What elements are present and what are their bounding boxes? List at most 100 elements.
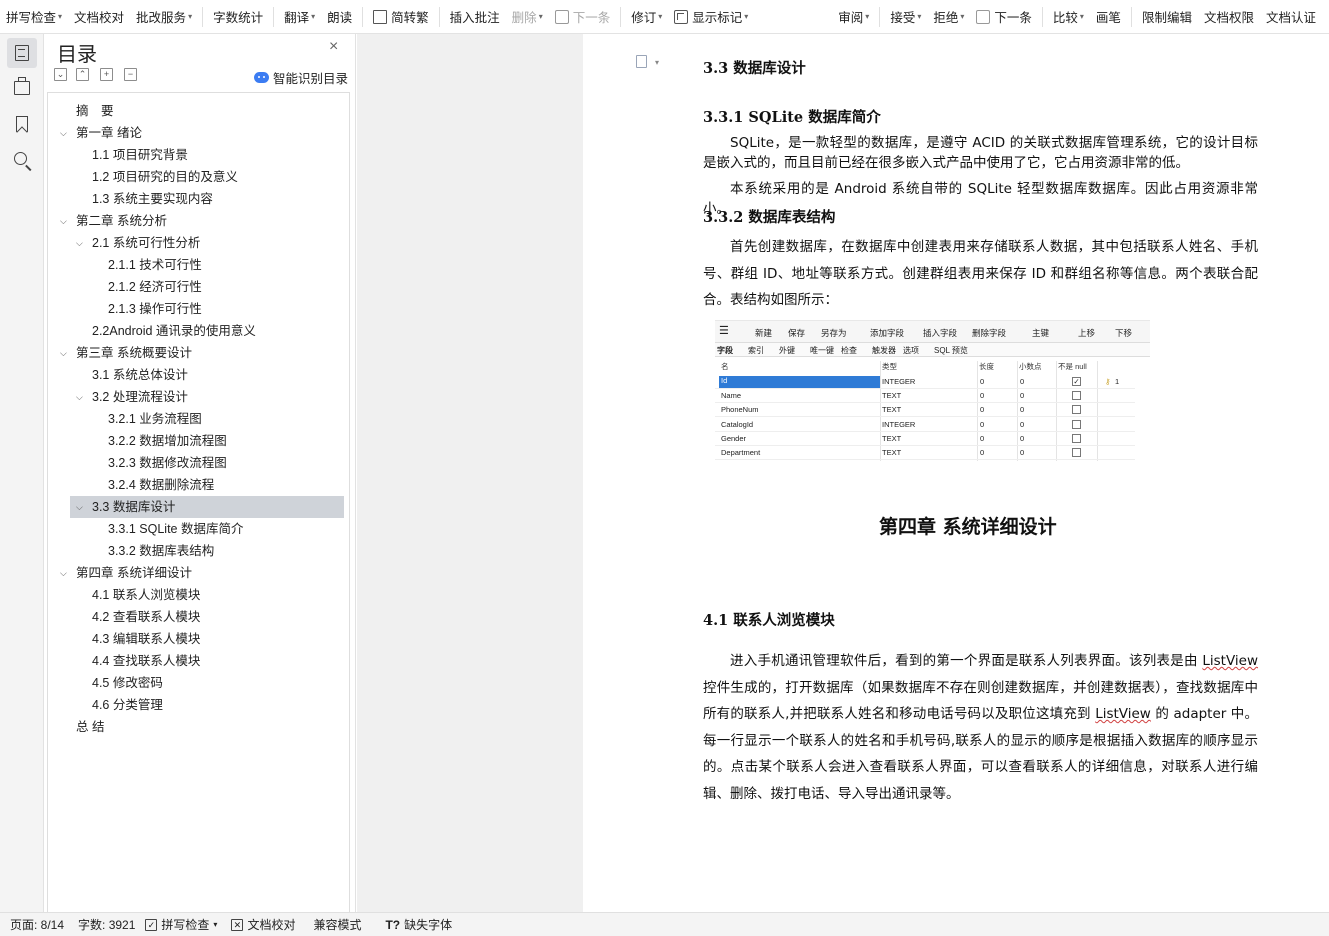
toc-item[interactable]: 3.1 系统总体设计 <box>48 364 349 386</box>
chevron-down-icon: ▾ <box>188 12 193 21</box>
designer-tab: 检查 <box>841 346 857 355</box>
insert-comment-button[interactable]: 插入批注 <box>444 6 506 28</box>
designer-field-decimals: 0 <box>1020 405 1025 415</box>
toc-item[interactable]: 1.3 系统主要实现内容 <box>48 188 349 210</box>
toc-title: 目录 <box>57 42 97 66</box>
toc-item[interactable]: 2.1.2 经济可行性 <box>48 276 349 298</box>
document-permission-button[interactable]: 文档权限 <box>1198 6 1260 28</box>
review-toolbar: 拼写检查 ▾ 文档校对 批改服务 ▾ 字数统计 翻译 ▾ 朗读 简转繁 插入批注 删除… <box>0 0 1329 34</box>
chevron-down-icon[interactable]: ⌵ <box>60 122 70 144</box>
toc-item[interactable]: ⌵ 3.2 处理流程设计 <box>48 386 349 408</box>
missing-font-button[interactable]: T? 缺失字体 <box>385 916 452 933</box>
toc-item[interactable]: 2.1.3 操作可行性 <box>48 298 349 320</box>
toolbar-divider <box>1041 6 1043 27</box>
toc-item[interactable]: 1.1 项目研究背景 <box>48 144 349 166</box>
search-rail-button[interactable] <box>7 145 37 175</box>
toc-item-label: 2.1.3 操作可行性 <box>108 302 202 316</box>
add-heading-button[interactable]: + <box>100 68 113 81</box>
toc-item[interactable]: ⌵ 第二章 系统分析 <box>48 210 349 232</box>
status-bar: 页面: 8/14 字数: 3921 ✓ 拼写检查 ▾ ✕ 文档校对 兼容模式 T? 缺失… <box>0 912 1329 936</box>
toc-item[interactable]: 3.2.4 数据删除流程 <box>48 474 349 496</box>
status-spell-check[interactable]: ✓ 拼写检查 ▾ <box>145 916 217 933</box>
not-null-checkbox <box>1072 391 1081 401</box>
toc-item[interactable]: 2.1.1 技术可行性 <box>48 254 349 276</box>
toc-item[interactable]: 4.2 查看联系人模块 <box>48 606 349 628</box>
smart-toc-button[interactable]: 智能识别目录 <box>254 68 348 87</box>
page-counter[interactable]: 页面: 8/14 <box>10 916 64 933</box>
toc-item[interactable]: 摘 要 <box>48 100 349 122</box>
next-comment-button[interactable]: 下一条 <box>549 6 617 28</box>
toc-rail-button[interactable] <box>7 38 37 68</box>
toolbar-divider <box>273 6 275 27</box>
word-count-button[interactable]: 字数统计 <box>207 6 269 28</box>
remove-heading-button[interactable]: − <box>124 68 137 81</box>
toc-item[interactable]: 3.2.3 数据修改流程图 <box>48 452 349 474</box>
correction-service-button[interactable]: 批改服务 ▾ <box>130 6 198 28</box>
pen-button[interactable]: 画笔 <box>1090 6 1127 28</box>
accept-button[interactable]: 接受 ▾ <box>884 6 927 28</box>
chevron-down-icon[interactable]: ⌵ <box>60 210 70 232</box>
status-proofread[interactable]: ✕ 文档校对 <box>231 916 295 933</box>
designer-column-header: 长度 <box>979 362 994 371</box>
collapse-all-button[interactable]: ⌄ <box>54 68 67 81</box>
show-markup-button[interactable]: 显示标记 ▾ <box>668 6 754 28</box>
simplified-to-traditional-button[interactable]: 简转繁 <box>367 6 435 28</box>
toc-item[interactable]: 4.3 编辑联系人模块 <box>48 628 349 650</box>
chevron-down-icon[interactable]: ⌵ <box>76 496 86 518</box>
chevron-down-icon[interactable]: ⌵ <box>60 562 70 584</box>
toc-item[interactable]: 4.5 修改密码 <box>48 672 349 694</box>
page-layout-icon[interactable] <box>636 55 647 68</box>
reject-button[interactable]: 拒绝 ▾ <box>927 6 970 28</box>
next-change-button[interactable]: 下一条 <box>970 6 1038 28</box>
toolbar-divider <box>1130 6 1132 27</box>
designer-field-type: TEXT <box>882 433 902 443</box>
document-certification-button[interactable]: 文档认证 <box>1260 6 1322 28</box>
not-null-checkbox <box>1072 419 1081 429</box>
track-changes-button[interactable]: 修订 ▾ <box>625 6 668 28</box>
close-icon[interactable]: × <box>329 38 338 56</box>
compare-button[interactable]: 比较 ▾ <box>1047 6 1090 28</box>
toc-item[interactable]: 3.2.2 数据增加流程图 <box>48 430 349 452</box>
chevron-down-icon[interactable]: ⌵ <box>76 232 86 254</box>
toc-item[interactable]: ⌵ 3.3 数据库设计 <box>70 496 344 518</box>
spell-check-button[interactable]: 拼写检查 ▾ <box>0 6 68 28</box>
designer-delete-field: 删除字段 <box>972 328 1007 338</box>
toc-item[interactable]: 1.2 项目研究的目的及意义 <box>48 166 349 188</box>
toc-item[interactable]: 2.2Android 通讯录的使用意义 <box>48 320 349 342</box>
chevron-down-icon[interactable]: ▾ <box>655 58 659 67</box>
designer-column-header: 不是 null <box>1058 362 1087 371</box>
delete-comment-button[interactable]: 删除 ▾ <box>506 6 549 28</box>
toc-item-label: 4.6 分类管理 <box>92 698 163 712</box>
toc-item[interactable]: 4.4 查找联系人模块 <box>48 650 349 672</box>
toc-item[interactable]: 总 结 <box>48 716 349 738</box>
toc-item[interactable]: 4.6 分类管理 <box>48 694 349 716</box>
chevron-down-icon[interactable]: ⌵ <box>60 342 70 364</box>
restrict-editing-button[interactable]: 限制编辑 <box>1136 6 1198 28</box>
toc-item[interactable]: 4.1 联系人浏览模块 <box>48 584 349 606</box>
chevron-down-icon: ▾ <box>744 12 749 21</box>
toc-item[interactable]: ⌵ 第一章 绪论 <box>48 122 349 144</box>
toc-item-label: 4.5 修改密码 <box>92 676 163 690</box>
designer-tab: 字段 <box>717 346 733 355</box>
bookmark-rail-button[interactable] <box>7 109 37 139</box>
expand-all-button[interactable]: ⌃ <box>76 68 89 81</box>
toc-item[interactable]: 3.2.1 业务流程图 <box>48 408 349 430</box>
toc-item-label: 3.2.2 数据增加流程图 <box>108 434 227 448</box>
toc-item-label: 第四章 系统详细设计 <box>76 566 192 580</box>
toc-item[interactable]: 3.3.1 SQLite 数据库简介 <box>48 518 349 540</box>
toc-item[interactable]: ⌵ 第四章 系统详细设计 <box>48 562 349 584</box>
designer-add-field: 添加字段 <box>870 328 905 338</box>
chevron-down-icon: ▾ <box>917 12 922 21</box>
toc-item[interactable]: ⌵ 第三章 系统概要设计 <box>48 342 349 364</box>
proofread-button[interactable]: 文档校对 <box>68 6 130 28</box>
navigation-tree-rail-button[interactable] <box>7 73 37 103</box>
toc-item[interactable]: ⌵ 2.1 系统可行性分析 <box>48 232 349 254</box>
toolbar-divider <box>438 6 440 27</box>
translate-button[interactable]: 翻译 ▾ <box>278 6 321 28</box>
chevron-down-icon[interactable]: ⌵ <box>76 386 86 408</box>
toc-item[interactable]: 3.3.2 数据库表结构 <box>48 540 349 562</box>
designer-tab: 外键 <box>779 346 795 355</box>
read-aloud-button[interactable]: 朗读 <box>321 6 358 28</box>
review-button[interactable]: 审阅 ▾ <box>832 6 875 28</box>
word-counter[interactable]: 字数: 3921 <box>78 916 135 933</box>
